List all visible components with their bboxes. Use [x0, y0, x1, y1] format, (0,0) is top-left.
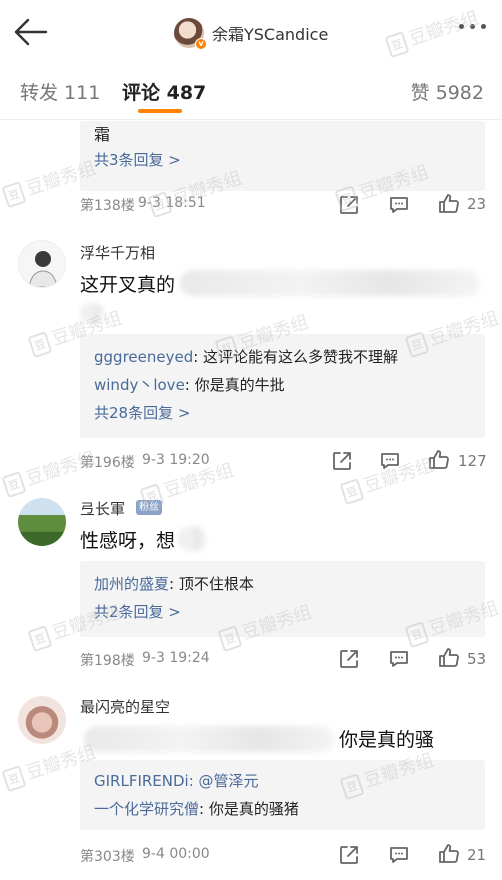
reply-line: gggreeneyed: 这评论能有这么多赞我不理解	[94, 348, 399, 366]
blurred-text	[178, 526, 206, 552]
commenter-avatar[interactable]	[18, 498, 66, 546]
comment-icon[interactable]	[387, 193, 411, 217]
comment-text: 性感呀，想	[80, 530, 176, 552]
reply-author[interactable]: gggreeneyed	[94, 348, 193, 366]
commenter-avatar[interactable]	[18, 696, 66, 744]
more-replies-link[interactable]: 共2条回复 >	[94, 601, 181, 622]
like-count: 23	[467, 195, 487, 213]
like-count: 21	[467, 846, 487, 864]
more-replies-link[interactable]: 共28条回复 >	[94, 402, 190, 423]
share-icon[interactable]	[330, 449, 354, 473]
top-navigation-bar: v 余霜YSCandice	[0, 0, 502, 64]
more-dots-icon[interactable]	[459, 24, 486, 29]
reply-author[interactable]: 一个化学研究僧	[94, 800, 199, 818]
reply-line: 加州的盛夏: 顶不住根本	[94, 575, 254, 593]
reply-line: 一个化学研究僧: 你是真的骚猪	[94, 800, 299, 818]
like-icon[interactable]	[437, 646, 461, 670]
commenter-name[interactable]: 最闪亮的星空	[80, 696, 170, 717]
reply-author[interactable]: 加州的盛夏	[94, 575, 169, 593]
tab-comments[interactable]: 评论 487	[122, 78, 206, 105]
share-icon[interactable]	[337, 647, 361, 671]
like-count: 127	[458, 452, 487, 470]
comment-text: 你是真的骚	[339, 729, 435, 751]
reply-author[interactable]: windy丶love	[94, 376, 185, 394]
verified-icon: v	[195, 38, 207, 50]
reply-line: GIRLFIRENDi: @管泽元	[94, 772, 259, 790]
share-icon[interactable]	[337, 843, 361, 867]
tab-bar: 转发 111 评论 487 赞 5982	[0, 64, 502, 120]
like-count: 53	[467, 650, 487, 668]
comment-icon[interactable]	[387, 843, 411, 867]
share-icon[interactable]	[337, 193, 361, 217]
commenter-avatar[interactable]	[18, 240, 66, 288]
floor-number: 第138楼	[80, 198, 135, 214]
tab-likes[interactable]: 赞 5982	[411, 78, 484, 105]
like-icon[interactable]	[437, 842, 461, 866]
comment-icon[interactable]	[387, 647, 411, 671]
active-tab-indicator	[138, 109, 182, 113]
reply-author[interactable]: GIRLFIRENDi	[94, 772, 189, 790]
comment-tail-text: 霜	[94, 125, 111, 144]
commenter-name[interactable]: 浮华千万相	[80, 242, 155, 263]
blurred-text	[84, 726, 334, 752]
back-arrow-icon[interactable]	[12, 16, 48, 48]
comment-time: 9-3 19:20	[142, 452, 210, 468]
fan-badge: 粉丝	[136, 500, 162, 515]
comment-time: 9-3 19:24	[142, 650, 210, 666]
reply-box: 霜 共3条回复 >	[80, 121, 485, 191]
tab-reposts[interactable]: 转发 111	[20, 78, 100, 105]
floor-number: 第198楼	[80, 653, 135, 669]
floor-number: 第196楼	[80, 455, 135, 471]
reply-box: gggreeneyed: 这评论能有这么多赞我不理解 windy丶love: 你…	[80, 334, 485, 438]
comment-text: 这开叉真的	[80, 274, 176, 296]
commenter-name[interactable]: 弖长軍	[80, 498, 125, 519]
reply-line: windy丶love: 你是真的牛批	[94, 376, 285, 394]
author-avatar[interactable]: v	[174, 18, 207, 50]
like-icon[interactable]	[437, 192, 461, 216]
reply-box: 加州的盛夏: 顶不住根本 共2条回复 >	[80, 561, 485, 637]
reply-box: GIRLFIRENDi: @管泽元 一个化学研究僧: 你是真的骚猪	[80, 760, 485, 830]
blurred-text	[180, 270, 480, 296]
comment-time: 9-4 00:00	[142, 846, 210, 862]
floor-number: 第303楼	[80, 849, 135, 865]
comment-icon[interactable]	[378, 449, 402, 473]
like-icon[interactable]	[427, 448, 451, 472]
post-author[interactable]: v 余霜YSCandice	[174, 16, 328, 50]
blurred-text	[80, 303, 104, 323]
comment-time: 9-3 18:51	[138, 195, 206, 211]
author-name[interactable]: 余霜YSCandice	[212, 21, 328, 45]
more-replies-link[interactable]: 共3条回复 >	[94, 149, 181, 170]
